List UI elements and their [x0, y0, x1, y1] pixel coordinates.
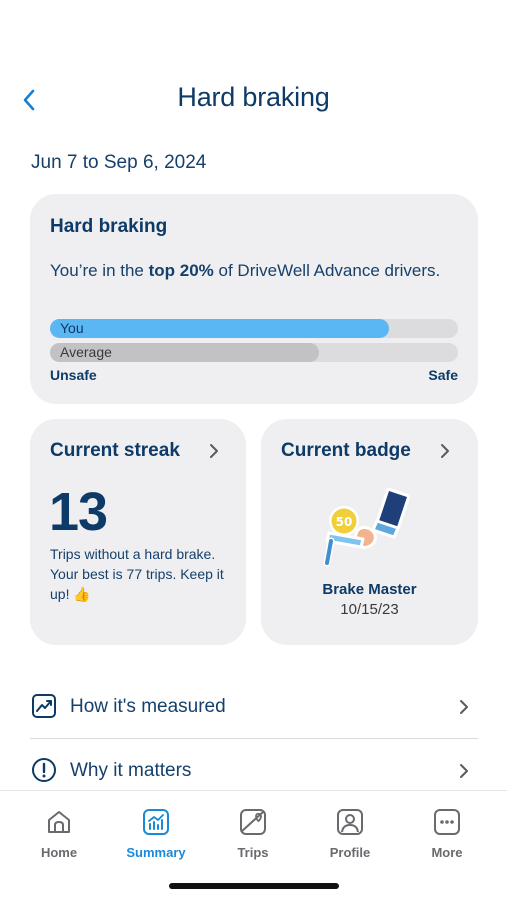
- tab-more[interactable]: More: [407, 807, 487, 867]
- streak-title: Current streak: [50, 440, 180, 461]
- tab-summary-label: Summary: [126, 845, 186, 860]
- tab-summary[interactable]: Summary: [116, 807, 196, 867]
- home-icon: [48, 811, 70, 833]
- profile-icon: [337, 809, 363, 835]
- streak-count: 13: [49, 482, 108, 542]
- more-icon: [434, 809, 460, 835]
- home-indicator: [169, 883, 339, 889]
- page-title: Hard braking: [177, 82, 330, 112]
- exclamation-circle-icon: [32, 758, 56, 782]
- trend-chart-icon: [32, 694, 56, 718]
- scale-unsafe-label: Unsafe: [50, 367, 97, 383]
- you-bar-fill: [50, 319, 389, 338]
- how-its-measured-row[interactable]: How it's measured: [30, 676, 478, 738]
- badge-name: Brake Master: [322, 581, 417, 598]
- current-badge-card[interactable]: Current badge 50 Brake Master 10/15/23: [261, 419, 478, 645]
- badge-number: 50: [336, 515, 353, 529]
- average-bar-label: Average: [60, 344, 112, 360]
- hard-braking-card: Hard braking You’re in the top 20% of Dr…: [30, 194, 478, 404]
- chevron-right-icon: [460, 700, 468, 714]
- badge-date: 10/15/23: [340, 601, 399, 618]
- header: Hard braking: [0, 78, 507, 124]
- brake-master-badge-icon: 50: [323, 488, 410, 567]
- chevron-right-icon: [460, 764, 468, 778]
- you-bar-label: You: [60, 320, 84, 336]
- tab-profile-label: Profile: [329, 845, 371, 860]
- scale-safe-label: Safe: [428, 367, 458, 383]
- percentile-text-before: You’re in the: [50, 261, 149, 280]
- divider: [30, 738, 478, 739]
- tab-trips[interactable]: Trips: [213, 807, 293, 867]
- tab-home[interactable]: Home: [19, 807, 99, 867]
- tab-home-label: Home: [40, 845, 78, 860]
- percentile-text-after: of DriveWell Advance drivers.: [213, 261, 441, 280]
- current-streak-card[interactable]: Current streak 13 Trips without a hard b…: [30, 419, 246, 645]
- chevron-right-icon: [210, 444, 218, 458]
- how-its-measured-label: How it's measured: [70, 696, 226, 717]
- why-it-matters-label: Why it matters: [70, 760, 192, 781]
- date-range: Jun 7 to Sep 6, 2024: [31, 152, 207, 173]
- summary-chart-icon: [143, 809, 169, 835]
- tab-profile[interactable]: Profile: [310, 807, 390, 867]
- chevron-right-icon: [441, 444, 449, 458]
- card-title: Hard braking: [50, 216, 168, 237]
- map-icon: [240, 809, 266, 835]
- average-bar: Average: [50, 343, 458, 362]
- streak-description: Trips without a hard brake. Your best is…: [50, 546, 224, 602]
- percentile-text: You’re in the top 20% of DriveWell Advan…: [50, 258, 450, 284]
- tab-more-label: More: [431, 845, 463, 860]
- you-bar: You: [50, 319, 458, 338]
- badge-title: Current badge: [281, 440, 411, 461]
- tab-trips-label: Trips: [237, 845, 269, 860]
- percentile-highlight: top 20%: [148, 261, 214, 280]
